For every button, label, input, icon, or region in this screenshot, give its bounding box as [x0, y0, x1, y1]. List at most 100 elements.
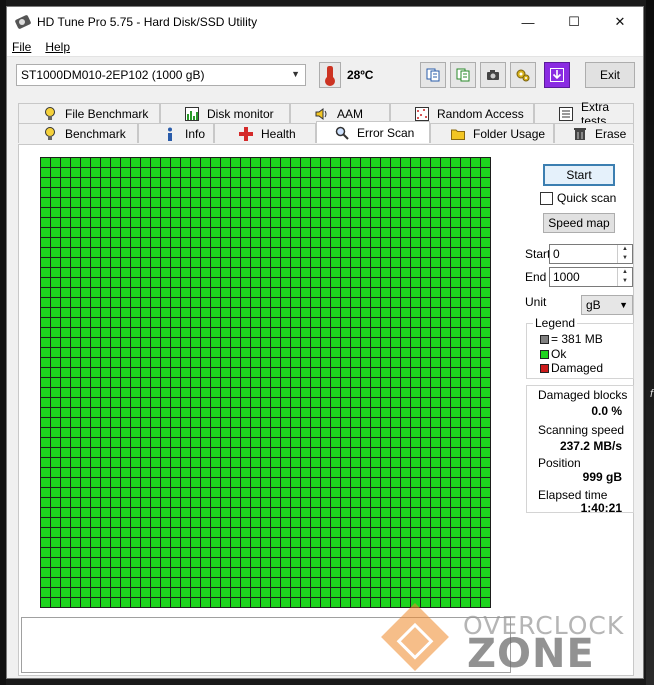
- scan-block: [81, 488, 90, 497]
- menu-file[interactable]: File: [12, 40, 31, 54]
- speed-map-button[interactable]: Speed map: [543, 213, 615, 233]
- screenshot-button[interactable]: [480, 62, 506, 88]
- tab-folder-usage[interactable]: Folder Usage: [430, 123, 554, 143]
- scan-block: [231, 558, 240, 567]
- start-spinner[interactable]: ▲ ▼: [617, 245, 632, 263]
- scan-block: [291, 418, 300, 427]
- scan-block: [431, 448, 440, 457]
- scan-block: [51, 178, 60, 187]
- scan-block: [191, 228, 200, 237]
- scan-block: [381, 208, 390, 217]
- scan-block: [321, 408, 330, 417]
- exit-button[interactable]: Exit: [585, 62, 635, 88]
- close-button[interactable]: ✕: [597, 7, 643, 37]
- scan-block: [481, 188, 490, 197]
- spin-down-icon[interactable]: ▼: [618, 277, 632, 286]
- scan-block: [381, 398, 390, 407]
- toolbar: ST1000DM010-2EP102 (1000 gB) ▼ 28ºC Exit: [7, 57, 643, 93]
- minimize-button[interactable]: —: [505, 7, 551, 37]
- scan-block: [151, 368, 160, 377]
- tab-error-scan[interactable]: Error Scan: [316, 121, 430, 143]
- scan-block: [181, 408, 190, 417]
- save-button[interactable]: [544, 62, 570, 88]
- scan-block: [151, 378, 160, 387]
- copy-info-button[interactable]: [420, 62, 446, 88]
- scan-block: [281, 168, 290, 177]
- scan-block: [421, 498, 430, 507]
- scan-block: [211, 478, 220, 487]
- scan-block: [431, 368, 440, 377]
- legend-label: Ok: [551, 347, 567, 361]
- scan-block: [321, 358, 330, 367]
- unit-select[interactable]: gB ▼: [581, 295, 633, 315]
- scan-block: [381, 418, 390, 427]
- scan-block: [231, 518, 240, 527]
- scan-block: [271, 418, 280, 427]
- scan-block: [341, 368, 350, 377]
- scan-block: [461, 318, 470, 327]
- chevron-down-icon: ▼: [291, 69, 300, 79]
- menu-help[interactable]: Help: [45, 40, 70, 54]
- scan-block: [261, 288, 270, 297]
- tab-random-access[interactable]: Random Access: [390, 103, 534, 123]
- copy-text-button[interactable]: [450, 62, 476, 88]
- scan-block: [451, 188, 460, 197]
- scan-block: [381, 338, 390, 347]
- scan-block: [291, 258, 300, 267]
- scan-block: [461, 328, 470, 337]
- scan-block: [61, 478, 70, 487]
- drive-select[interactable]: ST1000DM010-2EP102 (1000 gB) ▼: [16, 64, 306, 86]
- tab-health[interactable]: Health: [214, 123, 316, 143]
- quick-scan-option[interactable]: Quick scan: [540, 191, 616, 205]
- scan-block: [221, 168, 230, 177]
- scan-block: [141, 428, 150, 437]
- scan-block: [221, 558, 230, 567]
- end-position-input[interactable]: 1000 ▲ ▼: [549, 267, 633, 287]
- scan-block: [161, 598, 170, 607]
- start-position-input[interactable]: 0 ▲ ▼: [549, 244, 633, 264]
- tab-extra-tests[interactable]: Extra tests: [534, 100, 634, 128]
- scan-block: [401, 268, 410, 277]
- tab-info[interactable]: Info: [138, 123, 214, 143]
- maximize-button[interactable]: ☐: [551, 7, 597, 37]
- scan-block: [211, 368, 220, 377]
- spin-up-icon[interactable]: ▲: [618, 245, 632, 254]
- start-button[interactable]: Start: [543, 164, 615, 186]
- scan-block: [151, 388, 160, 397]
- spin-down-icon[interactable]: ▼: [618, 254, 632, 263]
- scan-block: [81, 538, 90, 547]
- scan-block: [371, 268, 380, 277]
- scan-block: [371, 528, 380, 537]
- scan-block: [91, 338, 100, 347]
- tab-erase[interactable]: Erase: [554, 123, 634, 143]
- settings-button[interactable]: [510, 62, 536, 88]
- scan-block: [121, 168, 130, 177]
- scan-block: [431, 548, 440, 557]
- unit-select-value: gB: [586, 298, 601, 312]
- scan-block: [401, 458, 410, 467]
- scan-block: [451, 418, 460, 427]
- tab-benchmark[interactable]: Benchmark: [18, 123, 138, 143]
- scan-block: [261, 348, 270, 357]
- scan-block: [451, 228, 460, 237]
- scan-block: [151, 508, 160, 517]
- scan-block: [321, 388, 330, 397]
- scan-block: [401, 278, 410, 287]
- scan-block: [211, 178, 220, 187]
- quick-scan-checkbox[interactable]: [540, 191, 553, 205]
- tab-aam[interactable]: AAM: [290, 103, 390, 123]
- scan-block: [161, 158, 170, 167]
- scan-block: [431, 408, 440, 417]
- spin-up-icon[interactable]: ▲: [618, 268, 632, 277]
- scan-block: [431, 528, 440, 537]
- scan-block: [171, 378, 180, 387]
- tab-file-benchmark[interactable]: File Benchmark: [18, 103, 160, 123]
- scan-block: [351, 158, 360, 167]
- tab-disk-monitor[interactable]: Disk monitor: [160, 103, 290, 123]
- end-spinner[interactable]: ▲ ▼: [617, 268, 632, 286]
- scan-block: [91, 408, 100, 417]
- scan-block: [401, 328, 410, 337]
- scan-block: [371, 568, 380, 577]
- scan-block: [451, 538, 460, 547]
- tab-label: Folder Usage: [473, 126, 546, 141]
